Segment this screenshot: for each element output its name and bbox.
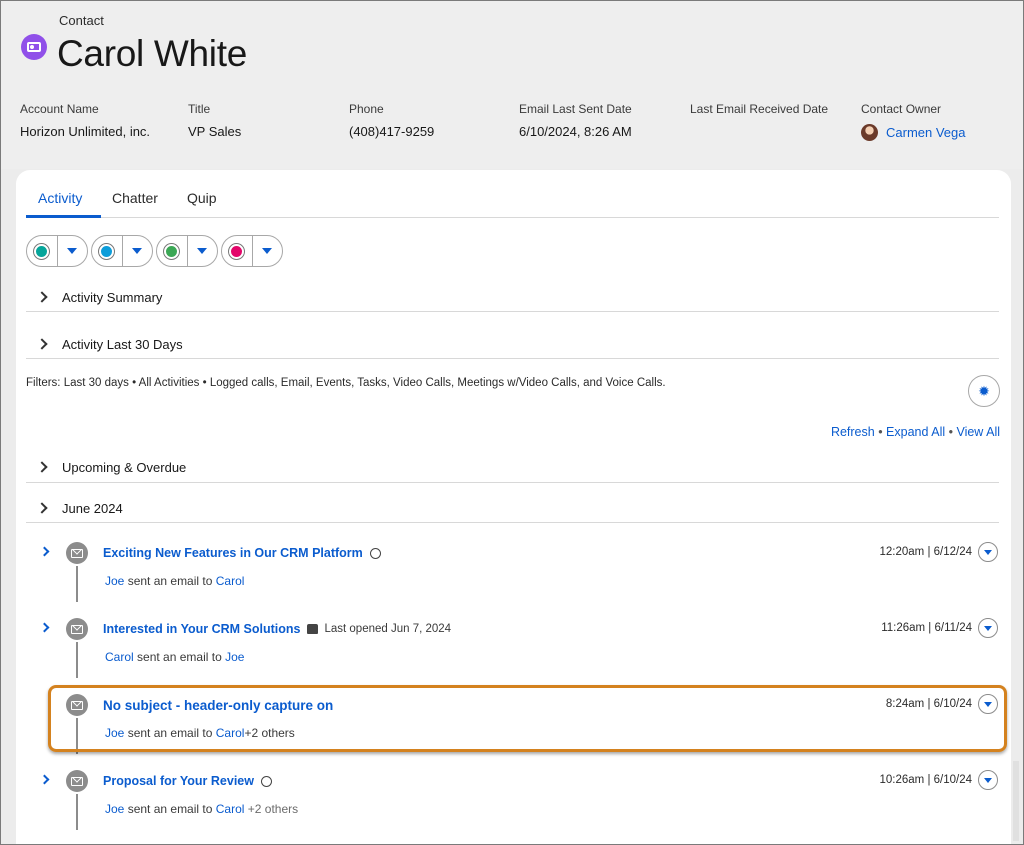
item-menu-button[interactable] (978, 542, 998, 562)
timeline-item: Exciting New Features in Our CRM Platfor… (26, 540, 1001, 612)
scrollbar[interactable] (1013, 761, 1019, 841)
account-name-link[interactable]: Horizon Unlimited, inc. (20, 124, 150, 139)
field-value: VP Sales (188, 124, 242, 139)
expand-all-link[interactable]: Expand All (886, 425, 945, 439)
field-account-name: Account Name Horizon Unlimited, inc. (20, 102, 150, 139)
chevron-down-icon[interactable] (132, 248, 142, 254)
view-all-link[interactable]: View All (956, 425, 1000, 439)
field-value: 6/10/2024, 8:26 AM (519, 124, 632, 139)
chevron-right-icon[interactable] (39, 774, 50, 785)
timeline-settings-button[interactable]: ✹ (968, 375, 1000, 407)
opened-envelope-icon (307, 624, 319, 634)
timestamp: 10:26am | 6/10/24 (879, 774, 973, 786)
field-label: Email Last Sent Date (519, 102, 632, 116)
refresh-link[interactable]: Refresh (831, 425, 875, 439)
field-title: Title VP Sales (188, 102, 241, 139)
email-icon (66, 618, 88, 640)
field-phone: Phone (408)417-9259 (349, 102, 434, 139)
new-task-button[interactable] (221, 235, 283, 267)
email-icon (66, 770, 88, 792)
log-call-button[interactable] (26, 235, 88, 267)
last-opened-text: Last opened Jun 7, 2024 (324, 623, 452, 635)
gear-icon: ✹ (978, 382, 990, 399)
tab-activity[interactable]: Activity (38, 190, 82, 206)
contact-record-page: Contact Carol White Account Name Horizon… (0, 0, 1024, 845)
email-subject-link[interactable]: Exciting New Features in Our CRM Platfor… (103, 546, 381, 560)
timestamp: 12:20am | 6/12/24 (879, 546, 973, 558)
tab-quip[interactable]: Quip (187, 190, 217, 206)
tab-chatter[interactable]: Chatter (112, 190, 158, 206)
item-menu-button[interactable] (978, 618, 998, 638)
section-label: Activity Last 30 Days (62, 336, 183, 352)
field-label: Contact Owner (861, 102, 942, 116)
field-label: Phone (349, 102, 384, 116)
section-label: Activity Summary (62, 289, 163, 305)
field-contact-owner: Contact Owner Carmen Vega (861, 102, 966, 141)
email-icon (66, 542, 88, 564)
field-label: Last Email Received Date (690, 102, 829, 116)
email-description: Joe sent an email to Carol (105, 574, 245, 588)
record-title: Carol White (57, 33, 247, 74)
email-subject-link[interactable]: Interested in Your CRM Solutions Last op… (103, 622, 451, 636)
avatar (861, 124, 878, 141)
chevron-down-icon[interactable] (262, 248, 272, 254)
chevron-right-icon (36, 338, 48, 350)
filters-text: Filters: Last 30 days • All Activities •… (26, 377, 666, 389)
email-subject-link[interactable]: Proposal for Your Review (103, 774, 272, 788)
owner-value: Carmen Vega (861, 124, 966, 141)
sender-link[interactable]: Joe (105, 574, 124, 588)
record-header: Contact Carol White Account Name Horizon… (1, 1, 1023, 169)
event-icon (164, 244, 179, 259)
field-label: Title (188, 102, 211, 116)
email-description: Carol sent an email to Joe (105, 650, 245, 664)
tracking-icon (260, 775, 272, 787)
contact-owner-link[interactable]: Carmen Vega (886, 125, 966, 140)
active-tab-indicator (26, 215, 101, 218)
object-label: Contact (59, 13, 104, 28)
timeline-links: Refresh • Expand All • View All (830, 425, 1000, 439)
chevron-right-icon[interactable] (39, 622, 50, 633)
task-icon (229, 244, 244, 259)
tab-bar: Activity Chatter Quip (26, 170, 999, 218)
chevron-down-icon[interactable] (67, 248, 77, 254)
section-label: Upcoming & Overdue (62, 459, 187, 475)
chevron-down-icon[interactable] (197, 248, 207, 254)
new-event-button[interactable] (156, 235, 218, 267)
timestamp: 11:26am | 6/11/24 (881, 622, 972, 634)
field-value: (408)417-9259 (349, 124, 435, 139)
highlighted-timeline-item-outline (48, 685, 1007, 752)
recipient-link[interactable]: Joe (225, 650, 244, 664)
email-button[interactable] (91, 235, 153, 267)
email-description: Joe sent an email to Carol +2 others (105, 802, 299, 816)
timeline-item: Interested in Your CRM Solutions Last op… (26, 616, 1001, 688)
item-menu-button[interactable] (978, 770, 998, 790)
section-label: June 2024 (62, 500, 123, 516)
timeline-item: Proposal for Your Review Joe sent an ema… (26, 768, 1001, 840)
phone-call-icon (34, 244, 49, 259)
tracking-icon (369, 547, 381, 559)
chevron-right-icon[interactable] (39, 546, 50, 557)
recipient-link[interactable]: Carol (216, 802, 245, 816)
contact-icon (21, 34, 47, 60)
field-last-email-received: Last Email Received Date (690, 102, 828, 124)
recipient-link[interactable]: Carol (216, 574, 245, 588)
field-email-last-sent: Email Last Sent Date 6/10/2024, 8:26 AM (519, 102, 632, 139)
section-upcoming-overdue[interactable]: Upcoming & Overdue (26, 447, 999, 487)
sender-link[interactable]: Joe (105, 802, 124, 816)
field-label: Account Name (20, 102, 99, 116)
chevron-right-icon (36, 291, 48, 303)
chevron-right-icon (36, 461, 48, 473)
chevron-right-icon (36, 502, 48, 514)
email-icon (99, 244, 114, 259)
sender-link[interactable]: Carol (105, 650, 134, 664)
